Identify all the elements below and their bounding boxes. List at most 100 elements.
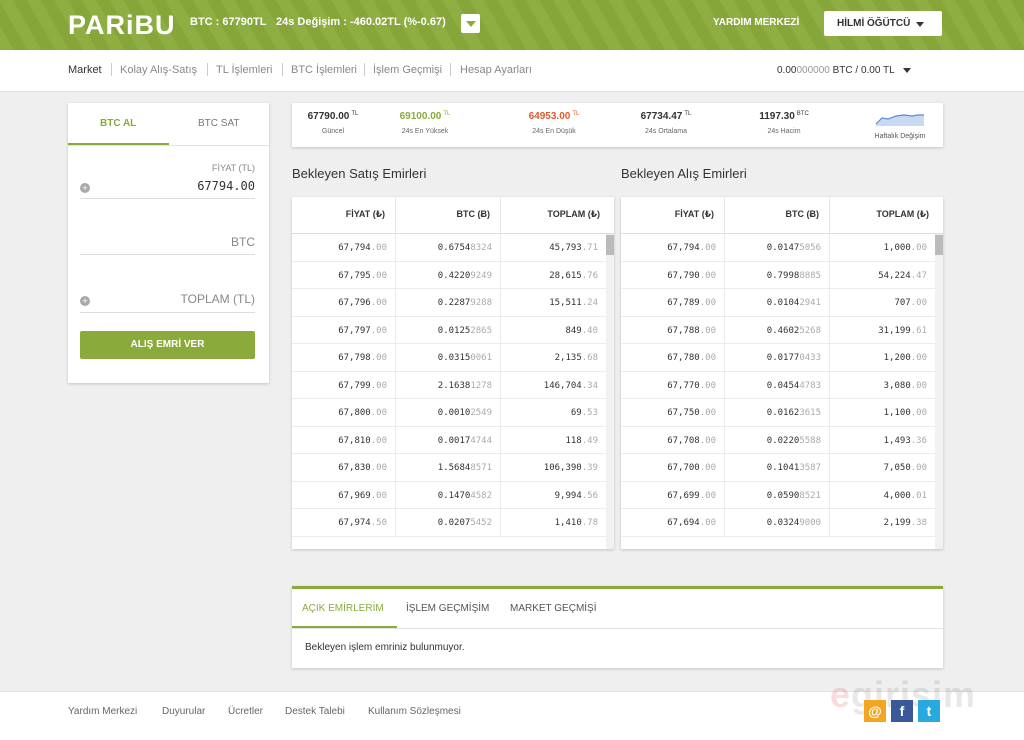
cell-dim: .61 xyxy=(910,325,927,336)
cell-dim: .00 xyxy=(699,243,716,253)
nav-btc-transactions[interactable]: BTC İşlemleri xyxy=(291,64,357,76)
cell-dim: .00 xyxy=(370,435,387,446)
order-book-scrollbar[interactable] xyxy=(606,234,614,549)
cell-main: 67,795 xyxy=(338,270,371,281)
facebook-icon[interactable]: f xyxy=(891,700,913,722)
scroll-thumb[interactable] xyxy=(606,235,614,255)
tab-sell-btc[interactable]: BTC SAT xyxy=(198,118,239,129)
footer-fees-link[interactable]: Ücretler xyxy=(228,706,263,717)
paribu-logo[interactable]: PARiBU xyxy=(68,10,176,41)
cell-dim: 2865 xyxy=(470,325,492,336)
cell-dim: .00 xyxy=(370,243,387,253)
table-row[interactable]: 67,788.00 0.46025268 31,199.61 xyxy=(621,316,935,344)
help-center-link[interactable]: YARDIM MERKEZİ xyxy=(713,17,799,28)
cell-dim: .36 xyxy=(910,435,927,446)
nav-tl-transactions[interactable]: TL İşlemleri xyxy=(216,64,272,76)
total-field[interactable]: + TOPLAM (TL) xyxy=(80,289,255,313)
column-header[interactable]: FİYAT (₺) xyxy=(621,197,725,234)
table-cell: 0.05908521 xyxy=(725,481,830,508)
plus-icon[interactable]: + xyxy=(80,296,90,306)
cell-main: 67,794 xyxy=(338,243,371,253)
table-row[interactable]: 67,794.00 0.67548324 45,793.71 xyxy=(292,234,606,262)
table-cell: 1,200.00 xyxy=(830,344,935,371)
table-cell: 67,810.00 xyxy=(292,426,396,453)
table-row[interactable]: 67,750.00 0.01623615 1,100.00 xyxy=(621,399,935,427)
cell-main: 67,789 xyxy=(667,298,700,308)
tab-market-history[interactable]: MARKET GEÇMİŞİ xyxy=(510,603,597,614)
order-book-scrollbar[interactable] xyxy=(935,234,943,549)
cell-main: 67,790 xyxy=(667,270,700,281)
column-header[interactable]: TOPLAM (₺) xyxy=(501,197,614,234)
nav-divider xyxy=(282,63,283,76)
tab-buy-btc[interactable]: BTC AL xyxy=(100,118,136,129)
nav-account-settings[interactable]: Hesap Ayarları xyxy=(460,64,532,76)
cell-main: 0.0147 xyxy=(766,243,800,253)
table-row[interactable]: 67,780.00 0.01770433 1,200.00 xyxy=(621,344,935,372)
nav-market[interactable]: Market xyxy=(68,64,102,76)
ticker-dropdown-icon[interactable] xyxy=(461,14,480,33)
place-buy-order-button[interactable]: ALIŞ EMRİ VER xyxy=(80,331,255,359)
table-row[interactable]: 67,699.00 0.05908521 4,000.01 xyxy=(621,481,935,509)
footer-terms-link[interactable]: Kullanım Sözleşmesi xyxy=(368,706,461,717)
24h-change-ticker: 24s Değişim : -460.02TL (%-0.67) xyxy=(276,16,446,28)
table-row[interactable]: 67,694.00 0.03249000 2,199.38 xyxy=(621,509,935,537)
twitter-icon[interactable]: t xyxy=(918,700,940,722)
cell-dim: .00 xyxy=(370,408,387,418)
price-input[interactable]: 67794.00 xyxy=(197,179,255,193)
tab-open-orders[interactable]: AÇIK EMİRLERİM xyxy=(302,603,384,614)
table-cell: 3,080.00 xyxy=(830,372,935,399)
cell-main: 0.0162 xyxy=(766,408,800,418)
table-row[interactable]: 67,969.00 0.14704582 9,994.56 xyxy=(292,481,606,509)
table-row[interactable]: 67,794.00 0.01475056 1,000.00 xyxy=(621,234,935,262)
total-input[interactable]: TOPLAM (TL) xyxy=(181,292,255,306)
table-row[interactable]: 67,700.00 0.10413587 7,050.00 xyxy=(621,454,935,482)
stat-unit: TL xyxy=(572,111,580,117)
weekly-change-widget[interactable]: Haftalık Değişim xyxy=(867,110,933,142)
column-header[interactable]: TOPLAM (₺) xyxy=(830,197,943,234)
table-row[interactable]: 67,797.00 0.01252865 849.40 xyxy=(292,316,606,344)
cell-main: 67,780 xyxy=(667,353,700,363)
table-row[interactable]: 67,798.00 0.03150061 2,135.68 xyxy=(292,344,606,372)
plus-icon[interactable]: + xyxy=(80,183,90,193)
footer-support-link[interactable]: Destek Talebi xyxy=(285,706,345,717)
price-field[interactable]: FİYAT (TL) + 67794.00 xyxy=(80,163,255,199)
table-row[interactable]: 67,790.00 0.79988885 54,224.47 xyxy=(621,261,935,289)
footer-help-link[interactable]: Yardım Merkezi xyxy=(68,706,137,717)
table-row[interactable]: 67,795.00 0.42209249 28,615.76 xyxy=(292,261,606,289)
cell-main: 67,694 xyxy=(667,518,700,528)
nav-history[interactable]: İşlem Geçmişi xyxy=(373,64,442,76)
mail-icon[interactable]: @ xyxy=(864,700,886,722)
table-cell: 67,830.00 xyxy=(292,454,396,481)
column-header[interactable]: BTC (Ƀ) xyxy=(725,197,830,234)
table-row[interactable]: 67,810.00 0.00174744 118.49 xyxy=(292,426,606,454)
btc-amount-input[interactable]: BTC xyxy=(231,235,255,249)
table-row[interactable]: 67,789.00 0.01042941 707.00 xyxy=(621,289,935,317)
footer-announcements-link[interactable]: Duyurular xyxy=(162,706,205,717)
table-cell: 1,493.36 xyxy=(830,427,935,454)
table-row[interactable]: 67,830.00 1.56848571 106,390.39 xyxy=(292,454,606,482)
trade-form-panel: BTC AL BTC SAT FİYAT (TL) + 67794.00 BTC… xyxy=(68,103,269,383)
table-row[interactable]: 67,796.00 0.22879288 15,511.24 xyxy=(292,289,606,317)
table-cell: 0.04544783 xyxy=(725,371,830,398)
user-menu-button[interactable]: HİLMİ ÖĞÜTCÜ xyxy=(824,11,942,36)
tab-trade-history[interactable]: İŞLEM GEÇMİŞİM xyxy=(406,603,489,614)
table-row[interactable]: 67,800.00 0.00102549 69.53 xyxy=(292,399,606,427)
table-row[interactable]: 67,770.00 0.04544783 3,080.00 xyxy=(621,371,935,399)
cell-main: 0.0125 xyxy=(437,325,471,336)
column-header[interactable]: BTC (Ƀ) xyxy=(396,197,501,234)
table-row[interactable]: 67,799.00 2.16381278 146,704.34 xyxy=(292,371,606,399)
cell-main: 1,493 xyxy=(883,435,911,446)
table-row[interactable]: 67,708.00 0.02205588 1,493.36 xyxy=(621,426,935,454)
table-cell: 45,793.71 xyxy=(501,234,606,261)
table-row[interactable]: 67,974.50 0.02075452 1,410.78 xyxy=(292,509,606,537)
cell-dim: 4783 xyxy=(799,380,821,391)
cell-main: 67,788 xyxy=(667,325,700,336)
scroll-thumb[interactable] xyxy=(935,235,943,255)
balance-dropdown[interactable]: 0.00000000 BTC / 0.00 TL xyxy=(777,65,911,76)
btc-amount-field[interactable]: BTC xyxy=(80,229,255,255)
table-cell: 106,390.39 xyxy=(501,454,606,481)
nav-easy-trade[interactable]: Kolay Alış-Satış xyxy=(120,64,197,76)
column-header[interactable]: FİYAT (₺) xyxy=(292,197,396,234)
stat-label: 24s Hacim xyxy=(767,128,801,135)
cell-main: 0.1470 xyxy=(437,490,471,501)
